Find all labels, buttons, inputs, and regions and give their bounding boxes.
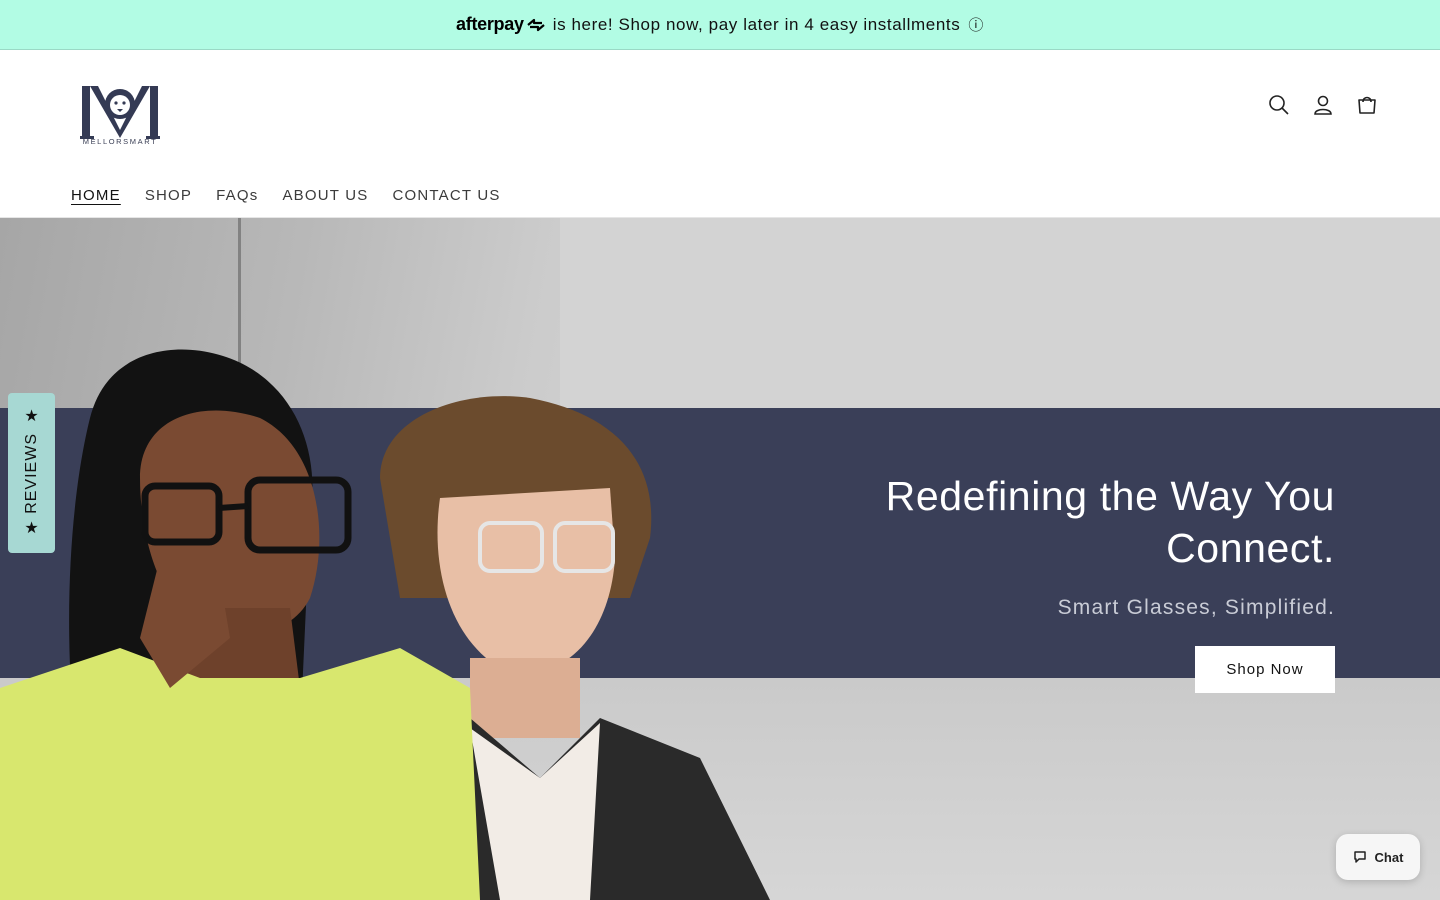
nav-shop[interactable]: SHOP [145, 187, 192, 204]
cart-icon[interactable] [1354, 92, 1380, 118]
afterpay-logo: afterpay [456, 14, 547, 35]
man-neck [470, 658, 580, 738]
hero-banner: Redefining the Way You Connect. Smart Gl… [0, 218, 1440, 900]
shop-now-button[interactable]: Shop Now [1195, 646, 1335, 693]
afterpay-brand: afterpay [456, 14, 524, 34]
chat-bubble-icon [1353, 851, 1366, 863]
man-face [437, 488, 615, 673]
info-icon[interactable]: ⓘ [968, 14, 984, 35]
announcement-bar[interactable]: afterpay is here! Shop now, pay later in… [0, 0, 1440, 50]
chat-button[interactable]: Chat [1336, 834, 1420, 880]
logo-wordmark: MELLORSMART [82, 137, 158, 146]
woman-shirt [0, 648, 480, 900]
nav-faqs[interactable]: FAQs [216, 187, 258, 204]
afterpay-arrows-icon [526, 18, 545, 31]
site-header: MELLORSMART HOME SHOP FAQs ABOUT US CONT… [0, 50, 1440, 218]
star-icon: ★ [24, 407, 39, 425]
hero-subtitle: Smart Glasses, Simplified. [1057, 596, 1335, 619]
hero-models-image [0, 349, 770, 900]
star-icon: ★ [24, 520, 39, 538]
announcement-text: is here! Shop now, pay later in 4 easy i… [552, 14, 961, 34]
nav-home[interactable]: HOME [71, 187, 121, 204]
main-nav: HOME SHOP FAQs ABOUT US CONTACT US [71, 187, 501, 204]
account-icon[interactable] [1310, 92, 1336, 118]
reviews-tab[interactable]: ★ REVIEWS ★ [8, 393, 55, 553]
hero-title: Redefining the Way You Connect. [885, 473, 1335, 571]
chat-label: Chat [1374, 849, 1404, 865]
header-actions [1266, 92, 1380, 118]
nav-contact-us[interactable]: CONTACT US [392, 187, 500, 204]
reviews-label: REVIEWS [22, 432, 40, 514]
nav-about-us[interactable]: ABOUT US [282, 187, 368, 204]
search-icon[interactable] [1266, 92, 1292, 118]
hero-content: Redefining the Way You Connect. Smart Gl… [835, 470, 1335, 693]
